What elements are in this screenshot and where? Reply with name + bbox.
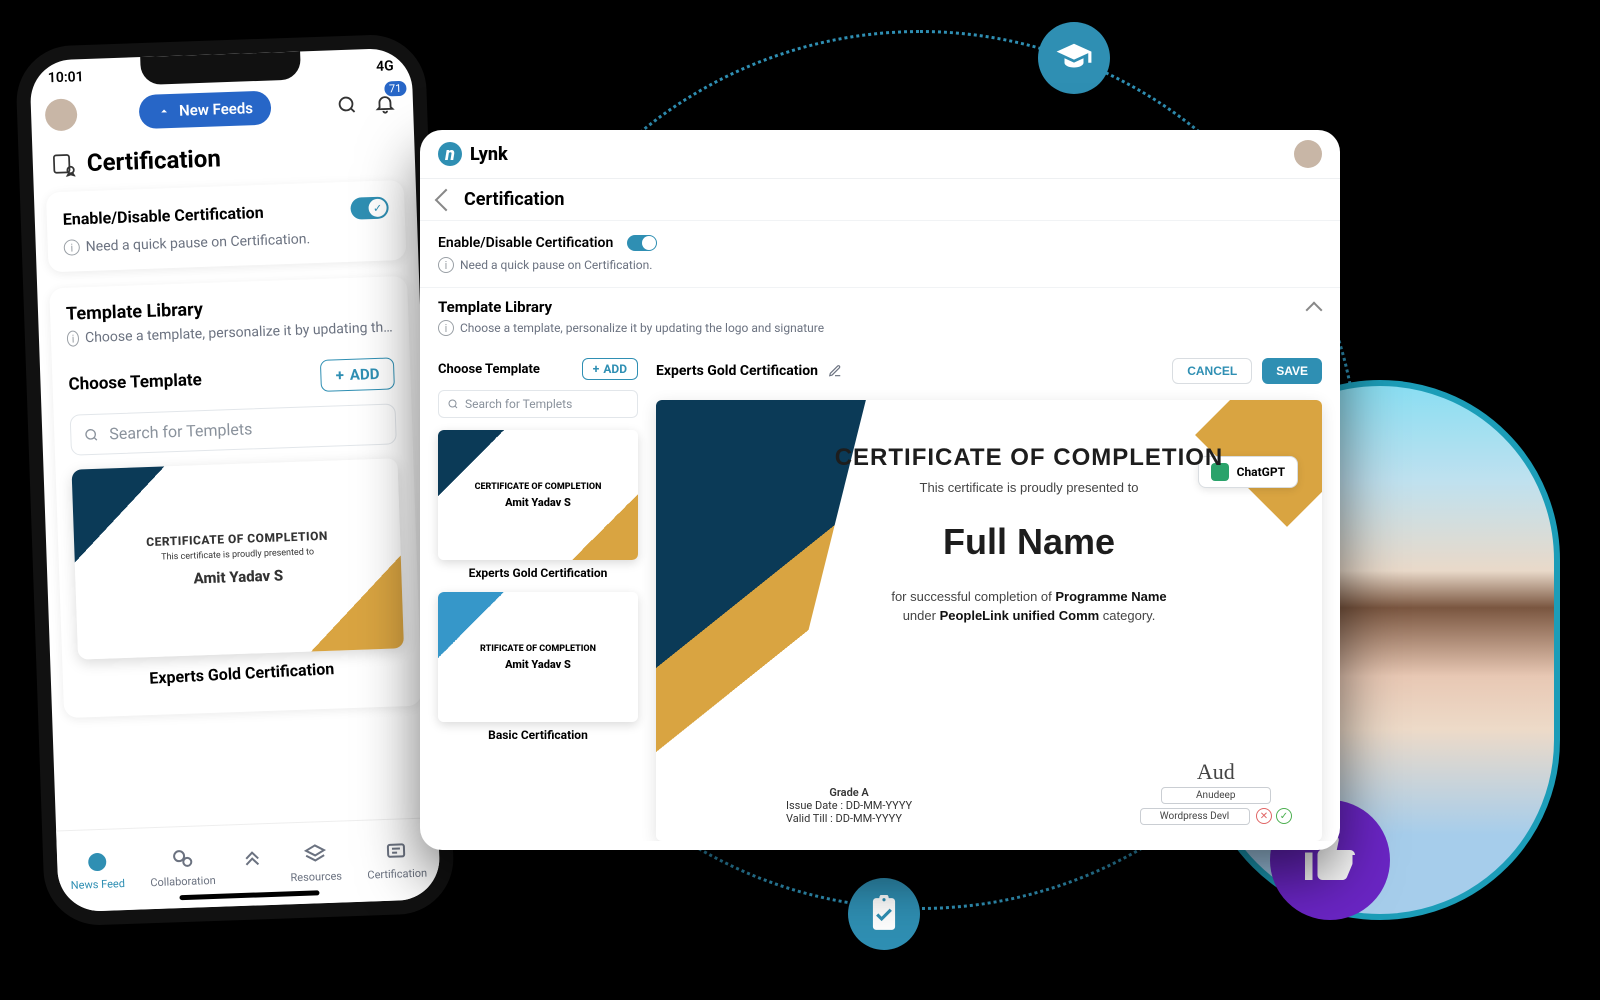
search-icon[interactable] xyxy=(332,90,361,119)
cert-grade: Grade A xyxy=(786,786,912,799)
plus-icon: + xyxy=(593,362,600,376)
enable-label: Enable/Disable Certification xyxy=(62,202,263,228)
enable-certification-toggle[interactable] xyxy=(627,235,657,251)
tab-middle[interactable] xyxy=(240,844,265,886)
cert-issue-date: Issue Date : DD-MM-YYYY xyxy=(786,799,912,812)
chevron-up-icon xyxy=(157,104,171,118)
clipboard-check-icon xyxy=(848,878,920,950)
enable-hint: Need a quick pause on Certification. xyxy=(86,231,311,255)
brand[interactable]: n Lynk xyxy=(438,142,508,166)
tab-certification[interactable]: Certification xyxy=(366,839,427,882)
save-button[interactable]: SAVE xyxy=(1262,358,1322,384)
choose-template-label: Choose Template xyxy=(438,362,540,377)
template-thumbnail[interactable]: RTIFICATE OF COMPLETION Amit Yadav S xyxy=(438,592,638,722)
network-label: 4G xyxy=(376,58,394,75)
new-feeds-label: New Feeds xyxy=(179,99,253,120)
avatar[interactable] xyxy=(45,98,78,131)
add-template-button[interactable]: + ADD xyxy=(320,357,395,392)
signature-icon: Aud xyxy=(1140,759,1292,785)
template-thumbnail[interactable]: CERTIFICATE OF COMPLETION This certifica… xyxy=(72,458,404,659)
template-library-hint: Choose a template, personalize it by upd… xyxy=(85,319,393,346)
template-thumbnail[interactable]: CERTIFICATE OF COMPLETION Amit Yadav S xyxy=(438,430,638,560)
enable-certification-row: Enable/Disable Certification i Need a qu… xyxy=(420,221,1340,287)
template-search-input[interactable]: Search for Templets xyxy=(438,390,638,418)
template-library-card: Template Library i Choose a template, pe… xyxy=(49,276,422,718)
desktop-window: n Lynk Certification Enable/Disable Cert… xyxy=(420,130,1340,850)
info-icon: i xyxy=(64,239,81,256)
bottom-tabbar: News Feed Collaboration Resources Certif… xyxy=(56,817,441,912)
template-library-title: Template Library xyxy=(438,298,1322,316)
enable-certification-card: Enable/Disable Certification i Need a qu… xyxy=(46,180,407,272)
cert-valid-till: Valid Till : DD-MM-YYYY xyxy=(786,812,912,825)
template-library-title: Template Library xyxy=(66,292,393,324)
search-placeholder: Search for Templets xyxy=(109,419,253,443)
chevron-up-double-icon xyxy=(240,844,265,869)
enable-certification-toggle[interactable] xyxy=(350,196,389,219)
signer-name-input[interactable]: Anudeep xyxy=(1161,787,1271,804)
cert-recipient-name[interactable]: Full Name xyxy=(786,521,1272,563)
template-name: Experts Gold Certification xyxy=(438,566,638,580)
clock: 10:01 xyxy=(48,69,84,86)
avatar[interactable] xyxy=(1294,140,1322,168)
plus-icon: + xyxy=(335,366,344,384)
cert-line1: for successful completion of Programme N… xyxy=(786,589,1272,604)
page-title: Certification xyxy=(464,189,564,210)
signer-role-input[interactable]: Wordpress Devl xyxy=(1140,808,1250,825)
news-feed-icon xyxy=(85,850,110,875)
template-search-input[interactable]: Search for Templets xyxy=(70,403,397,455)
tab-collaboration[interactable]: Collaboration xyxy=(149,846,216,889)
choose-template-label: Choose Template xyxy=(68,370,202,395)
add-template-button[interactable]: + ADD xyxy=(582,358,638,380)
cert-signature-block: Aud Anudeep Wordpress Devl ✕ ✓ xyxy=(1140,759,1292,825)
new-feeds-button[interactable]: New Feeds xyxy=(139,91,272,130)
template-name: Basic Certification xyxy=(438,728,638,742)
tab-news-feed[interactable]: News Feed xyxy=(70,849,126,892)
cert-subtitle: This certificate is proudly presented to xyxy=(786,480,1272,495)
template-editor-panel: Experts Gold Certification CANCEL SAVE C… xyxy=(656,358,1322,841)
cert-meta: Grade A Issue Date : DD-MM-YYYY Valid Ti… xyxy=(786,786,912,825)
cert-line2: under PeopleLink unified Comm category. xyxy=(786,608,1272,623)
enable-label: Enable/Disable Certification xyxy=(438,235,613,251)
template-library-header[interactable]: Template Library i Choose a template, pe… xyxy=(420,287,1340,346)
cert-title: CERTIFICATE OF COMPLETION xyxy=(786,444,1272,472)
certificate-icon xyxy=(50,150,77,177)
template-name: Experts Gold Certification xyxy=(78,655,405,691)
info-icon: i xyxy=(438,320,454,336)
cancel-button[interactable]: CANCEL xyxy=(1172,358,1252,384)
tab-resources[interactable]: Resources xyxy=(289,842,342,885)
editor-title: Experts Gold Certification xyxy=(656,363,818,379)
search-icon xyxy=(83,426,100,443)
graduation-cap-icon xyxy=(1038,22,1110,94)
layers-icon xyxy=(303,842,328,867)
collaboration-icon xyxy=(170,847,195,872)
template-list-panel: Choose Template + ADD Search for Templet… xyxy=(438,358,638,841)
search-icon xyxy=(447,398,459,410)
confirm-icon[interactable]: ✓ xyxy=(1276,808,1292,824)
info-icon: i xyxy=(67,330,80,346)
home-indicator xyxy=(179,890,319,900)
notifications-icon[interactable]: 71 xyxy=(370,89,399,118)
info-icon: i xyxy=(438,257,454,273)
notification-count: 71 xyxy=(384,81,407,97)
certificate-preview: ChatGPT CERTIFICATE OF COMPLETION This c… xyxy=(656,400,1322,841)
enable-hint: Need a quick pause on Certification. xyxy=(460,258,652,272)
edit-icon[interactable] xyxy=(828,364,842,378)
discard-icon[interactable]: ✕ xyxy=(1256,808,1272,824)
certificate-icon xyxy=(384,839,409,864)
phone-notch xyxy=(140,51,301,85)
brand-logo-icon: n xyxy=(438,142,462,166)
mobile-mockup: 10:01 4G New Feeds 71 Certification Enab… xyxy=(15,33,455,927)
back-icon[interactable] xyxy=(435,188,458,211)
